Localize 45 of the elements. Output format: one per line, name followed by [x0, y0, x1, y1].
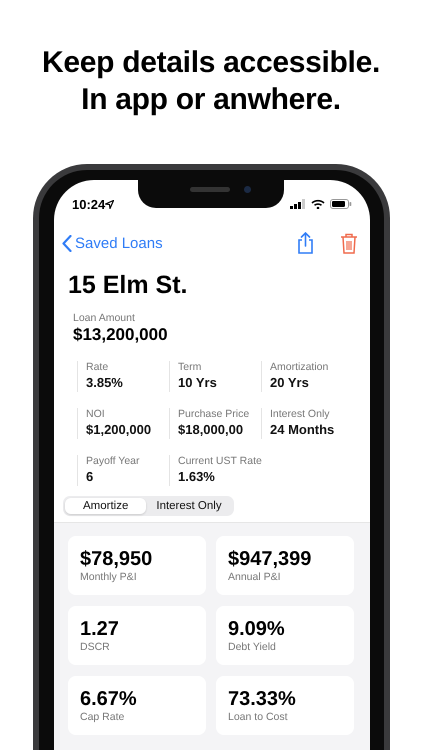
headline: Keep details accessible. In app or anwhere. [41, 45, 381, 118]
metric-label: Monthly P&I [80, 571, 138, 583]
front-camera [244, 186, 251, 193]
status-time: 10:24 [72, 196, 106, 212]
metric-value: $947,399 [228, 548, 312, 570]
field-value: 10 Yrs [178, 375, 218, 390]
page-title: 15 Elm St. [68, 271, 188, 300]
field-label: Amortization [270, 361, 330, 373]
segment-tab[interactable]: Amortize [65, 498, 146, 514]
metric-value: 6.67% [80, 688, 138, 710]
metric-value: 1.27 [80, 618, 120, 640]
field-label: Loan Amount [73, 312, 136, 324]
wifi-icon [311, 199, 325, 209]
field-label: Rate [86, 361, 110, 373]
metric-label: DSCR [80, 641, 111, 653]
share-icon[interactable] [297, 232, 314, 254]
metric-value: 73.33% [228, 688, 297, 710]
field-label: Interest Only [270, 408, 331, 420]
field-label: Current UST Rate [178, 455, 261, 467]
field-value: 24 Months [270, 422, 336, 437]
back-button[interactable]: Saved Loans [62, 234, 163, 252]
field-value: 20 Yrs [270, 375, 310, 390]
speaker-grille [190, 187, 230, 192]
field-label: Term [178, 361, 202, 373]
field-value: $13,200,000 [73, 325, 169, 345]
field-label: NOI [86, 408, 106, 420]
field-value: $1,200,000 [86, 422, 152, 437]
field-label: Payoff Year [86, 455, 141, 467]
metric-label: Loan to Cost [228, 711, 289, 723]
field-label: Purchase Price [178, 408, 250, 420]
segment-tab[interactable]: Interest Only [146, 498, 232, 514]
field-value: $18,000,00 [178, 422, 244, 437]
trash-icon[interactable] [340, 232, 358, 254]
chevron-left-icon [62, 234, 72, 252]
metric-label: Cap Rate [80, 711, 126, 723]
metric-value: $78,950 [80, 548, 154, 570]
metric-label: Debt Yield [228, 641, 277, 653]
location-arrow-icon [105, 200, 114, 208]
signal-icon [290, 199, 306, 209]
field-value: 1.63% [178, 469, 216, 484]
field-value: 6 [86, 469, 94, 484]
battery-icon [330, 199, 352, 209]
metric-label: Annual P&I [228, 571, 282, 583]
metric-value: 9.09% [228, 618, 286, 640]
field-value: 3.85% [86, 375, 124, 390]
